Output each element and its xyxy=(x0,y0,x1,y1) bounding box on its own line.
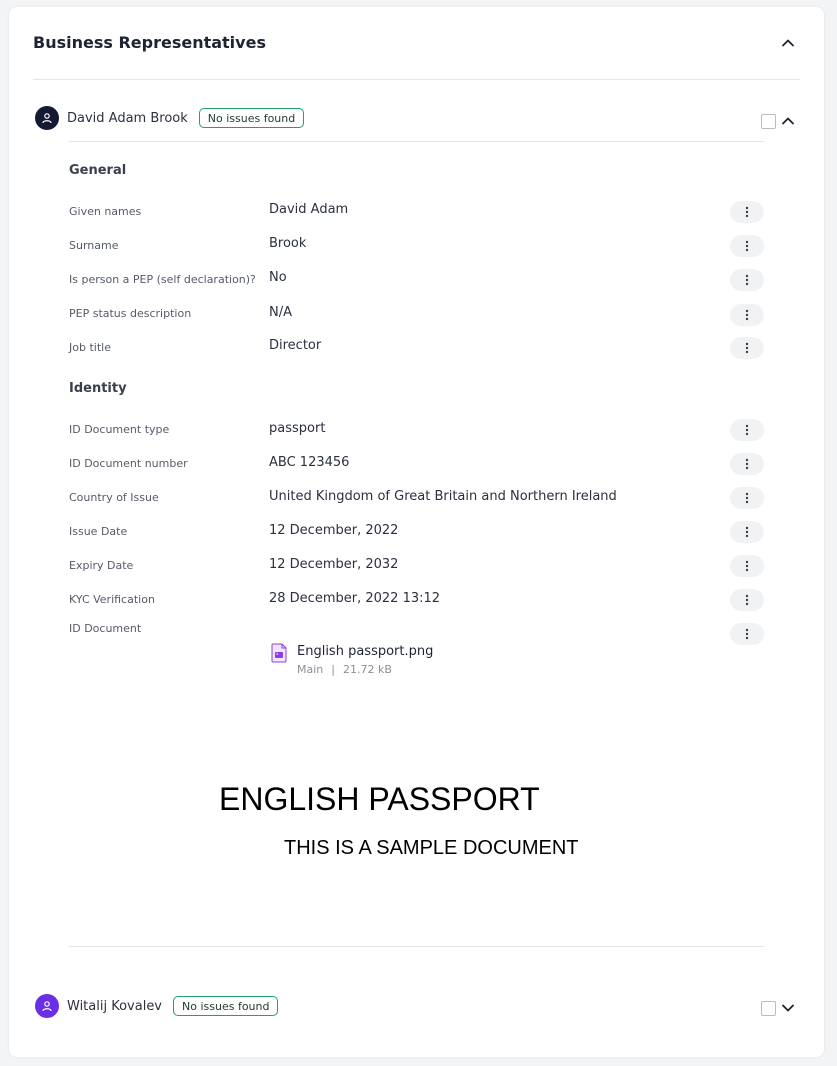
field-value-country-of-issue: United Kingdom of Great Britain and Nort… xyxy=(269,489,617,504)
file-size: 21.72 kB xyxy=(342,663,392,676)
more-vertical-icon xyxy=(745,309,749,321)
representative-header[interactable]: Witalij Kovalev No issues found xyxy=(35,994,279,1018)
field-label-pep-status: PEP status description xyxy=(69,307,192,320)
more-vertical-icon xyxy=(745,206,749,218)
field-menu-button[interactable] xyxy=(730,235,764,257)
field-label-id-document: ID Document xyxy=(69,622,142,635)
field-menu-button[interactable] xyxy=(730,269,764,291)
field-label-job-title: Job title xyxy=(69,341,111,354)
field-menu-button[interactable] xyxy=(730,453,764,475)
chevron-down-icon xyxy=(782,1004,794,1012)
field-menu-button[interactable] xyxy=(730,589,764,611)
representative-header[interactable]: David Adam Brook No issues found xyxy=(35,106,305,130)
field-value-given-names: David Adam xyxy=(269,202,349,217)
general-section-title: General xyxy=(69,163,127,178)
field-label-surname: Surname xyxy=(69,239,119,252)
more-vertical-icon xyxy=(745,492,749,504)
image-file-icon xyxy=(271,643,287,663)
more-vertical-icon xyxy=(745,594,749,606)
field-menu-button[interactable] xyxy=(730,337,764,359)
field-menu-button[interactable] xyxy=(730,201,764,223)
person-icon xyxy=(42,1001,52,1012)
field-label-expiry-date: Expiry Date xyxy=(69,559,134,572)
representative-name: David Adam Brook xyxy=(67,110,188,126)
field-menu-button[interactable] xyxy=(730,304,764,326)
chevron-up-icon xyxy=(782,39,794,47)
file-meta: Main | 21.72 kB xyxy=(297,663,392,676)
field-menu-button[interactable] xyxy=(730,623,764,645)
field-value-kyc-verification: 28 December, 2022 13:12 xyxy=(269,591,441,606)
field-menu-button[interactable] xyxy=(730,555,764,577)
field-value-surname: Brook xyxy=(269,236,307,251)
field-value-pep-status: N/A xyxy=(269,305,292,320)
representative-name: Witalij Kovalev xyxy=(67,998,163,1014)
more-vertical-icon xyxy=(745,560,749,572)
field-label-country-of-issue: Country of Issue xyxy=(69,491,159,504)
field-value-expiry-date: 12 December, 2032 xyxy=(269,557,399,572)
preview-subtitle: THIS IS A SAMPLE DOCUMENT xyxy=(284,837,579,859)
collapse-section-button[interactable] xyxy=(776,31,800,55)
field-label-issue-date: Issue Date xyxy=(69,525,128,538)
more-vertical-icon xyxy=(745,240,749,252)
field-label-id-document-number: ID Document number xyxy=(69,457,188,470)
identity-section-title: Identity xyxy=(69,381,127,396)
more-vertical-icon xyxy=(745,274,749,286)
select-checkbox[interactable] xyxy=(761,1001,776,1016)
field-value-pep: No xyxy=(269,270,287,285)
collapse-representative-button[interactable] xyxy=(776,109,800,133)
field-value-id-document-number: ABC 123456 xyxy=(269,455,350,470)
file-tag: Main xyxy=(297,663,324,676)
chevron-up-icon xyxy=(782,117,794,125)
person-icon xyxy=(42,113,52,124)
document-preview[interactable]: ENGLISH PASSPORT THIS IS A SAMPLE DOCUME… xyxy=(69,697,764,935)
representative-divider xyxy=(69,141,764,142)
status-badge: No issues found xyxy=(173,996,279,1016)
field-label-given-names: Given names xyxy=(69,205,142,218)
expand-representative-button[interactable] xyxy=(776,996,800,1020)
business-representatives-card: Business Representatives David Adam Broo… xyxy=(9,7,824,1057)
field-menu-button[interactable] xyxy=(730,521,764,543)
file-name-link[interactable]: English passport.png xyxy=(297,644,433,659)
field-value-id-document-type: passport xyxy=(269,421,326,436)
more-vertical-icon xyxy=(745,526,749,538)
field-value-issue-date: 12 December, 2022 xyxy=(269,523,399,538)
field-menu-button[interactable] xyxy=(730,419,764,441)
section-title: Business Representatives xyxy=(33,33,266,52)
status-badge: No issues found xyxy=(198,108,305,128)
field-value-job-title: Director xyxy=(269,338,322,353)
meta-separator: | xyxy=(331,663,335,676)
avatar xyxy=(35,994,59,1018)
more-vertical-icon xyxy=(745,424,749,436)
avatar xyxy=(35,106,59,130)
field-label-pep: Is person a PEP (self declaration)? xyxy=(69,273,256,286)
more-vertical-icon xyxy=(745,458,749,470)
header-divider xyxy=(33,79,800,80)
more-vertical-icon xyxy=(745,342,749,354)
preview-title: ENGLISH PASSPORT xyxy=(219,781,540,817)
select-checkbox[interactable] xyxy=(761,114,776,129)
representative-divider xyxy=(69,946,764,947)
field-label-kyc-verification: KYC Verification xyxy=(69,593,155,606)
field-label-id-document-type: ID Document type xyxy=(69,423,170,436)
field-menu-button[interactable] xyxy=(730,487,764,509)
more-vertical-icon xyxy=(745,628,749,640)
